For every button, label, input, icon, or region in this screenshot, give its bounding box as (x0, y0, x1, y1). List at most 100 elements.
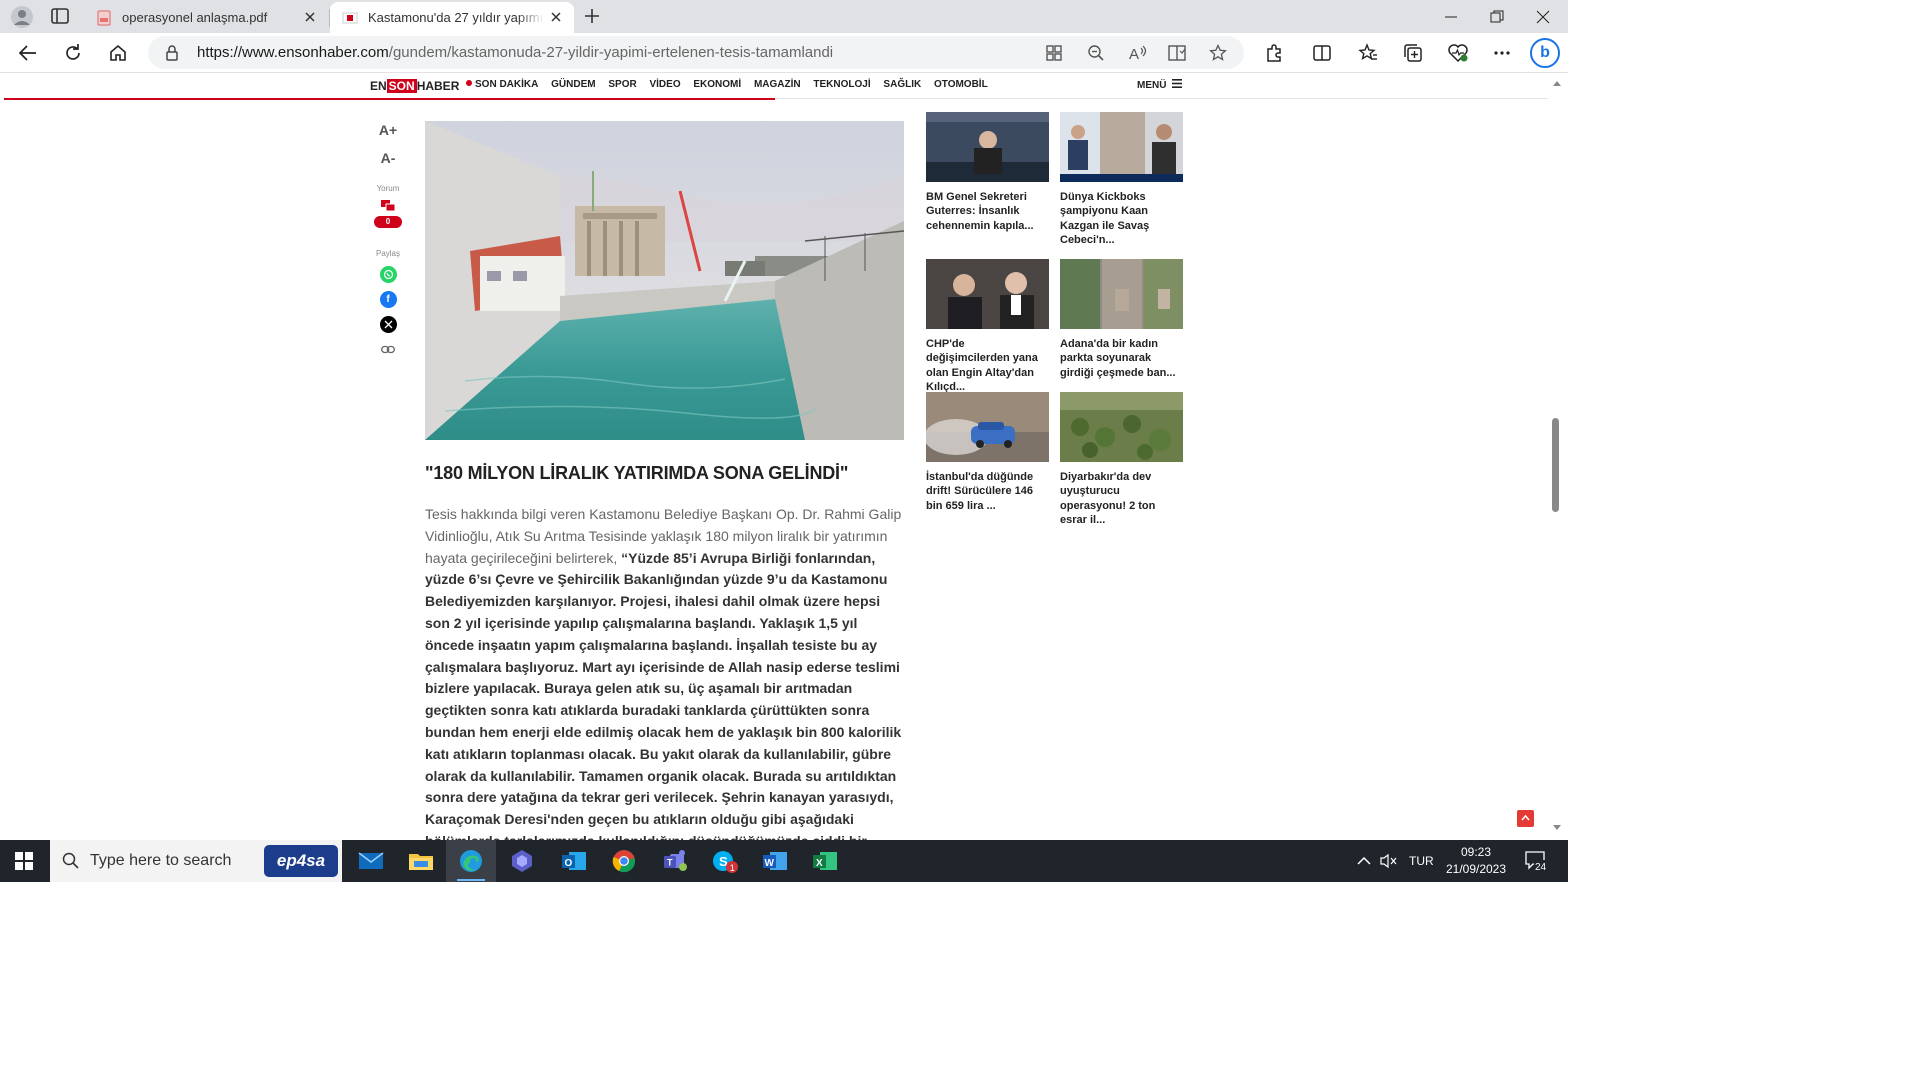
excel-icon[interactable]: X (800, 840, 850, 882)
font-increase-button[interactable]: A+ (368, 116, 408, 144)
scroll-up-arrow-icon[interactable] (1548, 76, 1568, 90)
pdf-file-icon (96, 10, 112, 26)
scrollbar-thumb[interactable] (1552, 418, 1559, 512)
scroll-to-top-button[interactable] (1517, 810, 1534, 827)
active-app-indicator (457, 879, 485, 881)
address-bar[interactable]: https://www.ensonhaber.com/gundem/kastam… (148, 36, 1244, 69)
nav-item-teknoloji[interactable]: TEKNOLOJİ (813, 79, 870, 90)
power-automate-icon[interactable] (497, 840, 547, 882)
tab-article[interactable]: Kastamonu'da 27 yıldır yapımı ertelenen … (330, 2, 574, 33)
news-thumbnail (926, 259, 1049, 329)
notification-center-icon[interactable]: 24 (1524, 840, 1548, 882)
read-aloud-icon[interactable]: A (1128, 44, 1148, 63)
url-path: /gundem/kastamonuda-27-yildir-yapimi-ert… (388, 44, 834, 61)
tab-pdf[interactable]: operasyonel anlaşma.pdf (84, 2, 328, 33)
page-scrollbar[interactable] (1548, 74, 1568, 840)
news-caption: Dünya Kickboks şampiyonu Kaan Kazgan ile… (1060, 191, 1150, 246)
facebook-icon[interactable]: f (379, 291, 397, 308)
article-tools-rail: A+ A- Yorum 0 Paylaş f (368, 116, 408, 358)
svg-text:W: W (765, 858, 775, 869)
svg-text:T: T (667, 858, 673, 868)
input-language[interactable]: TUR (1409, 840, 1434, 882)
svg-text:X: X (816, 858, 823, 869)
tab-actions-icon[interactable] (50, 7, 72, 27)
copilot-bing-icon[interactable]: b (1530, 38, 1560, 68)
news-card[interactable]: Diyarbakır'da dev uyuşturucu operasyonu!… (1060, 392, 1183, 527)
lock-icon[interactable] (165, 45, 179, 66)
nav-item-son-dakika[interactable]: SON DAKİKA (466, 79, 538, 90)
nav-item-magazin[interactable]: MAGAZİN (754, 79, 801, 90)
refresh-icon[interactable] (61, 41, 85, 65)
back-arrow-icon[interactable] (16, 41, 40, 65)
font-decrease-button[interactable]: A- (368, 144, 408, 172)
whatsapp-icon[interactable] (379, 266, 397, 283)
news-card[interactable]: CHP'de değişimcilerden yana olan Engin A… (926, 259, 1049, 394)
news-thumbnail (1060, 392, 1183, 462)
x-twitter-icon[interactable] (379, 316, 397, 333)
favorite-star-icon[interactable] (1209, 43, 1229, 62)
extensions-puzzle-icon[interactable] (1262, 41, 1286, 65)
news-thumbnail (926, 392, 1049, 462)
svg-text:A: A (1129, 46, 1139, 62)
nav-item-otomobil[interactable]: OTOMOBİL (934, 79, 988, 90)
nav-item-spor[interactable]: SPOR (608, 79, 636, 90)
copy-link-icon[interactable] (380, 341, 397, 358)
zoom-icon[interactable] (1087, 44, 1107, 62)
speaker-muted-icon[interactable] (1380, 840, 1398, 882)
live-dot-icon (466, 80, 472, 86)
site-logo[interactable]: EN SON HABER (370, 79, 459, 93)
news-card[interactable]: Adana'da bir kadın parkta soyunarak gird… (1060, 259, 1183, 380)
split-screen-icon[interactable] (1310, 41, 1334, 65)
windows-start-icon[interactable] (0, 840, 48, 882)
teams-icon[interactable]: T (650, 840, 700, 882)
article-hero-image (425, 121, 904, 440)
immersive-reader-icon[interactable] (1168, 44, 1188, 62)
browser-toolbar: https://www.ensonhaber.com/gundem/kastam… (0, 33, 1568, 73)
windows-taskbar: Type here to search ep4sa O T S1 W X TUR… (0, 840, 1568, 882)
nav-item-saglik[interactable]: SAĞLIK (883, 79, 921, 90)
search-highlight-logo[interactable]: ep4sa (264, 845, 338, 877)
nav-menu: SON DAKİKA GÜNDEM SPOR VİDEO EKONOMİ MAG… (466, 79, 998, 90)
nav-item-ekonomi[interactable]: EKONOMİ (693, 79, 741, 90)
browser-essentials-heart-icon[interactable] (1446, 41, 1470, 65)
comment-count-badge[interactable]: 0 (374, 216, 402, 228)
file-explorer-icon[interactable] (396, 840, 446, 882)
url-text[interactable]: https://www.ensonhaber.com/gundem/kastam… (197, 44, 833, 61)
show-hidden-icons-chevron-icon[interactable] (1356, 840, 1372, 882)
chrome-icon[interactable] (599, 840, 649, 882)
news-thumbnail (1060, 112, 1183, 182)
news-card[interactable]: Dünya Kickboks şampiyonu Kaan Kazgan ile… (1060, 112, 1183, 247)
close-icon[interactable] (302, 9, 318, 25)
tab-title: operasyonel anlaşma.pdf (122, 10, 268, 25)
close-icon[interactable] (548, 9, 564, 25)
app-available-icon[interactable] (1045, 44, 1065, 62)
close-window-button[interactable] (1520, 0, 1566, 33)
clock-time: 09:23 (1460, 845, 1492, 859)
url-host: https://www.ensonhaber.com (197, 44, 389, 61)
article-paragraph: Tesis hakkında bilgi veren Kastamonu Bel… (425, 504, 907, 840)
menu-button[interactable]: MENÜ (1137, 79, 1183, 91)
edge-browser-icon[interactable] (446, 840, 496, 882)
home-icon[interactable] (106, 41, 130, 65)
nav-item-gundem[interactable]: GÜNDEM (551, 79, 595, 90)
news-thumbnail (1060, 259, 1183, 329)
restore-button[interactable] (1474, 0, 1520, 33)
taskbar-search[interactable]: Type here to search ep4sa (50, 840, 342, 882)
minimize-button[interactable] (1428, 0, 1474, 33)
mail-app-icon[interactable] (346, 840, 396, 882)
nav-item-video[interactable]: VİDEO (649, 79, 680, 90)
settings-more-icon[interactable] (1490, 41, 1514, 65)
collections-icon[interactable] (1401, 41, 1425, 65)
nav-divider (775, 98, 1548, 99)
comment-icon[interactable] (381, 199, 396, 212)
system-clock[interactable]: 09:23 21/09/2023 (1440, 844, 1512, 878)
word-icon[interactable]: W (750, 840, 800, 882)
news-card[interactable]: İstanbul'da düğünde drift! Sürücülere 14… (926, 392, 1049, 513)
news-card[interactable]: BM Genel Sekreteri Guterres: İnsanlık ce… (926, 112, 1049, 233)
favorites-icon[interactable] (1356, 41, 1380, 65)
skype-icon[interactable]: S1 (700, 840, 750, 882)
profile-icon[interactable] (9, 5, 35, 29)
outlook-icon[interactable]: O (549, 840, 599, 882)
scroll-down-arrow-icon[interactable] (1548, 820, 1568, 834)
new-tab-plus-icon[interactable] (582, 6, 602, 26)
